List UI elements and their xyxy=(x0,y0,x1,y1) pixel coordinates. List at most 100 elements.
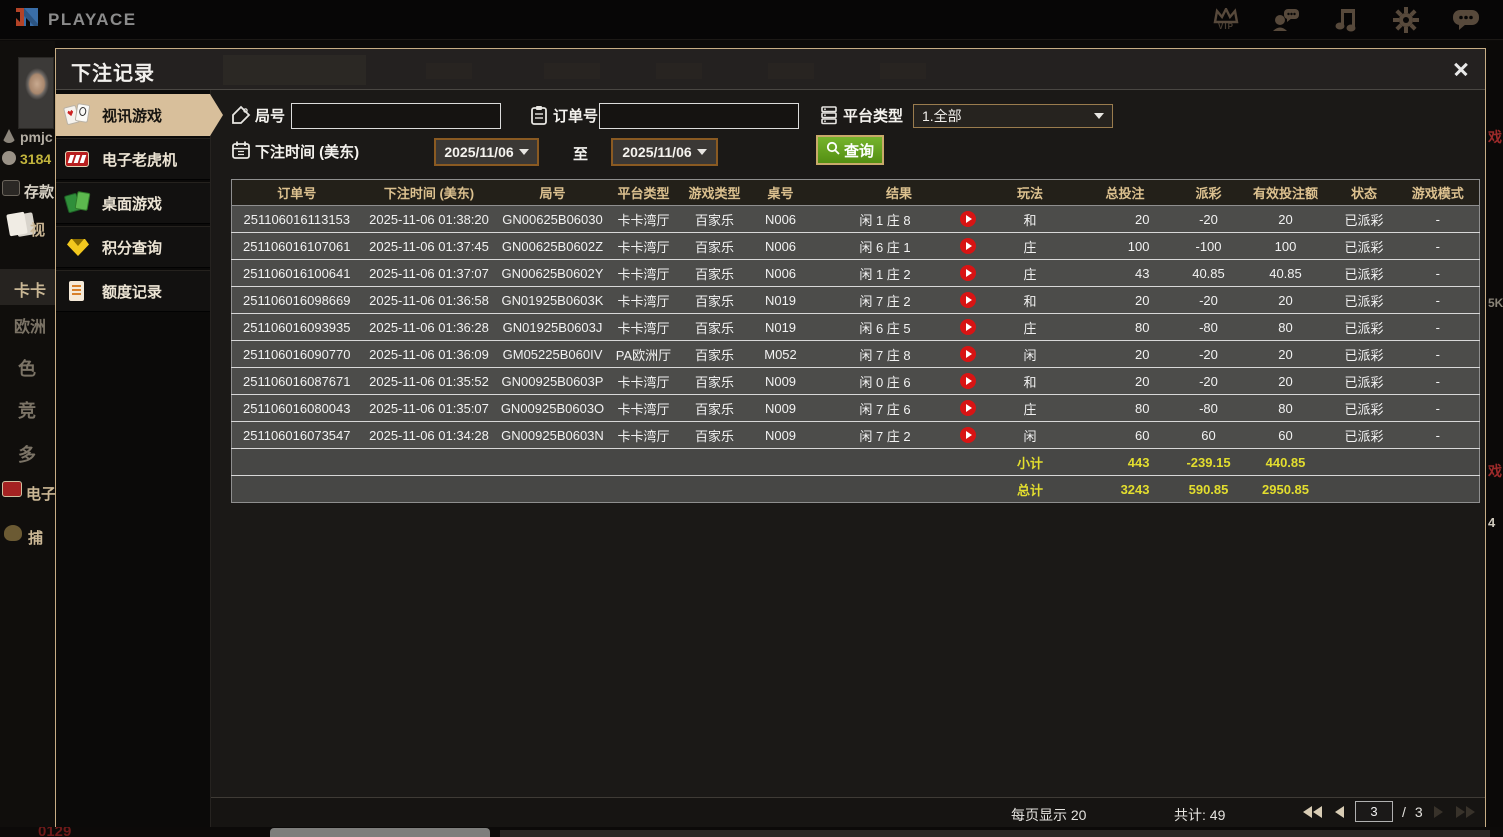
sidebar-item-3[interactable]: 积分查询 xyxy=(56,226,210,268)
valid-bet-cell: 20 xyxy=(1240,206,1332,233)
payout-cell: 60 xyxy=(1178,422,1240,449)
play-video-icon[interactable] xyxy=(960,400,976,416)
table-row: 2511060161131532025-11-06 01:38:20GN0062… xyxy=(232,206,1480,233)
empty-cell xyxy=(1397,449,1480,476)
date-to-picker[interactable]: 2025/11/06 xyxy=(611,138,718,166)
next-page-button[interactable] xyxy=(1432,804,1445,820)
video-games-icon xyxy=(6,212,28,237)
pagination-controls: / 3 xyxy=(1301,801,1477,822)
bottom-bar xyxy=(270,828,490,837)
valid-bet-cell: 80 xyxy=(1240,395,1332,422)
order-label: 订单号 xyxy=(553,105,598,126)
platform-select[interactable]: 1.全部 xyxy=(913,104,1113,128)
payout-cell: -80 xyxy=(1178,314,1240,341)
round-number-cell: GN00625B0602Y xyxy=(497,260,609,287)
platform-label: 平台类型 xyxy=(843,105,903,126)
date-from-value: 2025/11/06 xyxy=(444,144,513,160)
table-number-cell: N019 xyxy=(751,287,811,314)
lobby-bottom-sliver: 0129 xyxy=(0,827,1503,837)
sidebar-item-label: 额度记录 xyxy=(102,281,162,302)
first-page-button[interactable] xyxy=(1301,804,1324,820)
game-mode-cell: - xyxy=(1397,395,1480,422)
last-page-button[interactable] xyxy=(1454,804,1477,820)
messages-icon[interactable] xyxy=(1449,4,1483,36)
bet-records-modal: 下注记录 视讯游戏电子老虎机桌面游戏积分查询额度记录 局号 订单号 xyxy=(55,48,1486,827)
play-video-icon[interactable] xyxy=(960,346,976,362)
sidebar-item-label: 桌面游戏 xyxy=(102,193,162,214)
clipboard-icon xyxy=(529,105,549,125)
empty-cell xyxy=(609,449,679,476)
prev-page-button[interactable] xyxy=(1333,804,1346,820)
round-input[interactable] xyxy=(291,103,501,129)
valid-bet-cell: 20 xyxy=(1240,287,1332,314)
table-row: 2511060161006412025-11-06 01:37:07GN0062… xyxy=(232,260,1480,287)
result-text: 闲 0 庄 6 xyxy=(811,372,960,391)
ghost-tab xyxy=(880,63,926,79)
status-cell: 已派彩 xyxy=(1332,206,1397,233)
valid-bet-cell: 100 xyxy=(1240,233,1332,260)
empty-cell xyxy=(679,449,751,476)
table-row: 2511060160939352025-11-06 01:36:28GN0192… xyxy=(232,314,1480,341)
status-cell: 已派彩 xyxy=(1332,233,1397,260)
lobby-left-rail: pmjc 3184 存款 视 卡卡 欧洲 色 竞 多 电子 捕 xyxy=(0,41,55,837)
username: pmjc xyxy=(20,129,53,145)
round-number-cell: GM05225B060IV xyxy=(497,341,609,368)
play-video-icon[interactable] xyxy=(960,292,976,308)
right-fragment-1: 戏 xyxy=(1488,127,1502,147)
vip-icon[interactable]: VIP xyxy=(1209,4,1243,36)
game-mode-cell: - xyxy=(1397,206,1480,233)
ghost-tab xyxy=(544,63,600,79)
sidebar-item-1[interactable]: 电子老虎机 xyxy=(56,138,210,180)
ghost-tab xyxy=(768,63,814,79)
order-number-cell: 251106016093935 xyxy=(232,314,362,341)
sidebar-item-4[interactable]: 额度记录 xyxy=(56,270,210,312)
settings-gear-icon[interactable] xyxy=(1389,4,1423,36)
play-video-icon[interactable] xyxy=(960,373,976,389)
empty-cell xyxy=(232,476,362,503)
platform-cell: 卡卡湾厅 xyxy=(609,233,679,260)
column-header: 有效投注额 xyxy=(1240,180,1332,206)
column-header: 总投注 xyxy=(1073,180,1178,206)
avatar xyxy=(18,57,54,129)
page-number-input[interactable] xyxy=(1355,801,1393,822)
chevron-down-icon xyxy=(519,149,529,155)
music-icon[interactable] xyxy=(1329,4,1363,36)
round-number-cell: GN01925B0603J xyxy=(497,314,609,341)
column-header: 订单号 xyxy=(232,180,362,206)
play-video-icon[interactable] xyxy=(960,265,976,281)
sidebar-item-0[interactable]: 视讯游戏 xyxy=(56,94,210,136)
play-video-icon[interactable] xyxy=(960,319,976,335)
total-bet-cell: 20 xyxy=(1073,206,1178,233)
play-video-icon[interactable] xyxy=(960,238,976,254)
payout-cell: -20 xyxy=(1178,287,1240,314)
screen: PlayAce VIP xyxy=(0,0,1503,837)
tag-icon xyxy=(231,105,251,125)
bet-time-label: 下注时间 (美东) xyxy=(255,141,359,162)
result-cell: 闲 7 庄 2 xyxy=(811,422,988,449)
close-icon[interactable] xyxy=(1451,59,1471,79)
query-button[interactable]: 查询 xyxy=(816,135,884,165)
result-text: 闲 7 庄 6 xyxy=(811,399,960,418)
sidebar-item-2[interactable]: 桌面游戏 xyxy=(56,182,210,224)
game-mode-cell: - xyxy=(1397,233,1480,260)
valid-bet-cell: 40.85 xyxy=(1240,260,1332,287)
playace-logo-icon xyxy=(14,4,40,35)
page-separator: / xyxy=(1402,804,1406,820)
play-type-cell: 庄 xyxy=(988,314,1073,341)
empty-cell xyxy=(1332,476,1397,503)
result-cell: 闲 1 庄 2 xyxy=(811,260,988,287)
platform-stack-icon xyxy=(819,105,839,125)
play-video-icon[interactable] xyxy=(960,427,976,443)
coin-icon xyxy=(2,151,16,165)
category-kaka: 卡卡 xyxy=(14,277,46,301)
support-chat-icon[interactable] xyxy=(1269,4,1303,36)
result-cell: 闲 1 庄 8 xyxy=(811,206,988,233)
date-from-picker[interactable]: 2025/11/06 xyxy=(434,138,539,166)
platform-cell: 卡卡湾厅 xyxy=(609,206,679,233)
play-video-icon[interactable] xyxy=(960,211,976,227)
table-number-cell: N006 xyxy=(751,260,811,287)
game-mode-cell: - xyxy=(1397,314,1480,341)
order-input[interactable] xyxy=(599,103,799,129)
category-bu: 捕 xyxy=(28,527,43,548)
round-number-cell: GN00925B0603N xyxy=(497,422,609,449)
